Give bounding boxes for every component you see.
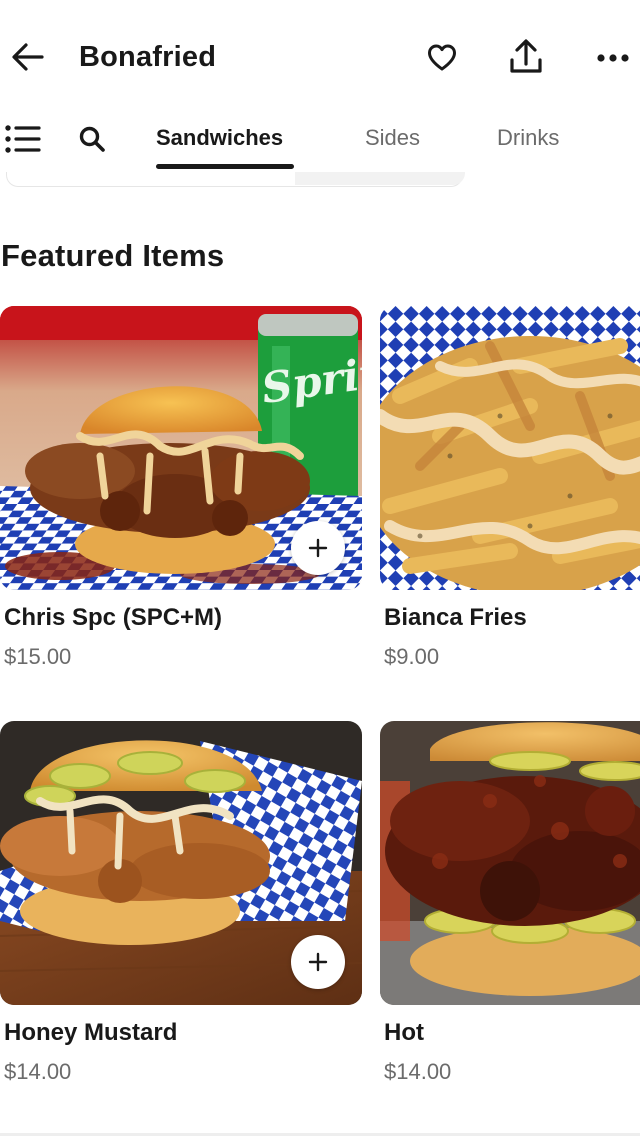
menu-item-name: Hot [384,1019,424,1046]
menu-item-name: Bianca Fries [384,604,527,631]
list-icon [5,125,41,153]
active-tab-indicator [156,164,294,169]
collapsed-carousel-edge [6,172,465,187]
store-header: Bonafried [0,0,640,112]
menu-item-name: Chris Spc (SPC+M) [4,604,223,631]
heart-icon [428,44,456,71]
more-horizontal-icon [597,54,629,62]
menu-item-card-hot[interactable]: Hot $14.00 [380,721,640,1101]
tab-drinks[interactable]: Drinks [497,122,559,154]
plus-icon [308,538,328,558]
favorite-button[interactable] [416,32,468,84]
menu-item-card-honey-mustard[interactable]: Honey Mustard $14.00 [0,721,362,1101]
plus-icon [308,952,328,972]
more-button[interactable] [586,31,638,83]
share-button[interactable] [500,31,552,83]
menu-item-card-bianca-fries[interactable]: Bianca Fries $9.00 [380,306,640,686]
menu-item-price: $14.00 [384,1059,452,1084]
back-button[interactable] [2,31,54,83]
add-to-cart-button[interactable] [291,521,345,575]
menu-item-name: Honey Mustard [4,1019,178,1046]
tab-sandwiches[interactable]: Sandwiches [156,122,283,154]
menu-item-price: $14.00 [4,1059,72,1084]
add-to-cart-button[interactable] [291,935,345,989]
arrow-left-icon [12,43,44,71]
menu-item-price: $15.00 [4,644,72,669]
section-title-featured: Featured Items [1,238,225,273]
store-title: Bonafried [79,41,217,73]
search-icon [79,126,105,152]
menu-item-image [380,306,640,590]
search-button[interactable] [68,115,116,163]
menu-item-price: $9.00 [384,644,440,669]
menu-item-card-chris-spc[interactable]: Sprite Chris Spc (SPC+M) $15.00 [0,306,362,686]
menu-item-image [380,721,640,1005]
share-icon [510,39,542,73]
tab-sides[interactable]: Sides [365,122,420,154]
category-tabs: Sandwiches Sides Drinks [0,112,640,174]
menu-list-button[interactable] [0,115,46,163]
